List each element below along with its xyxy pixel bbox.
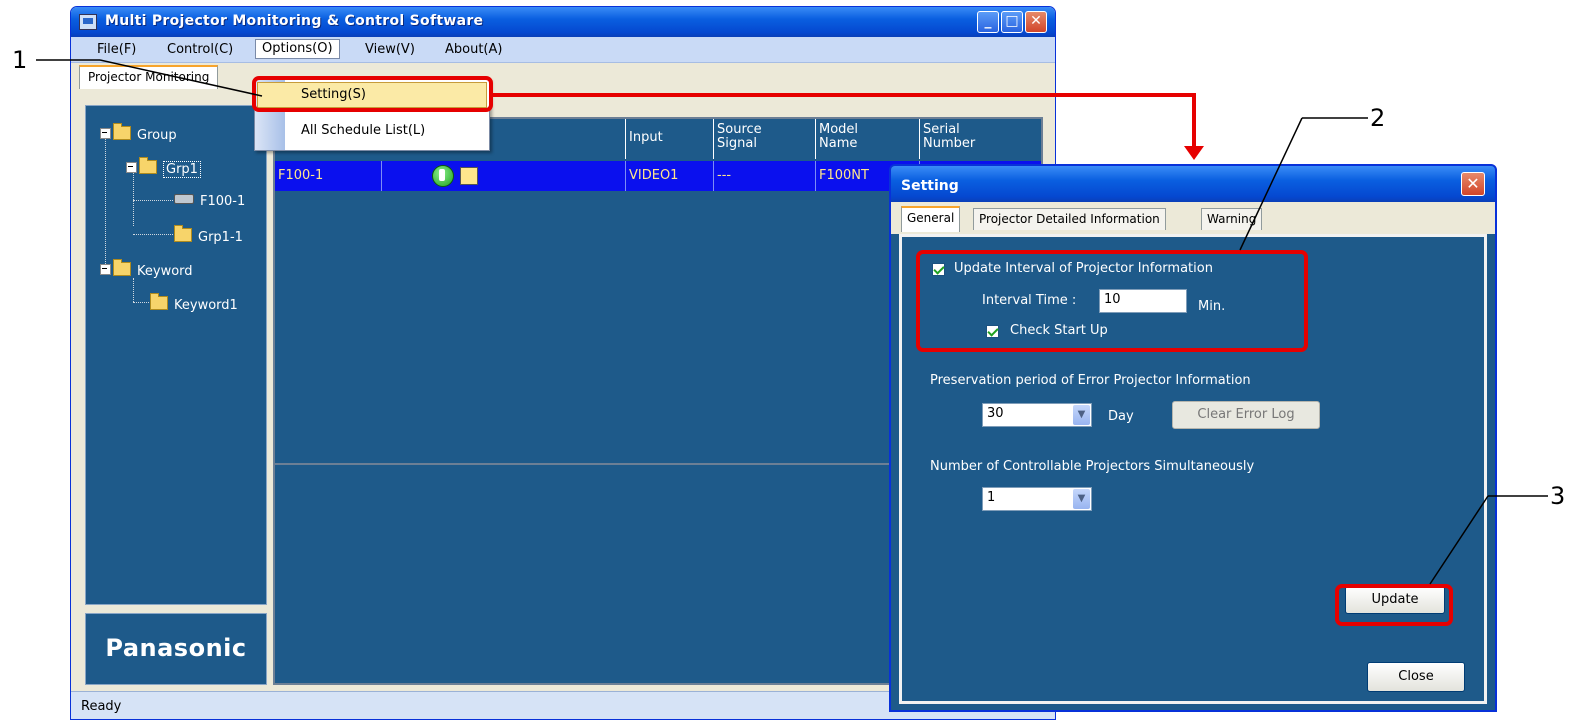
callout-2: 2 — [1370, 104, 1386, 132]
callout-3: 3 — [1550, 482, 1566, 510]
annotation-lines — [36, 59, 1548, 585]
callout-1: 1 — [12, 46, 28, 74]
